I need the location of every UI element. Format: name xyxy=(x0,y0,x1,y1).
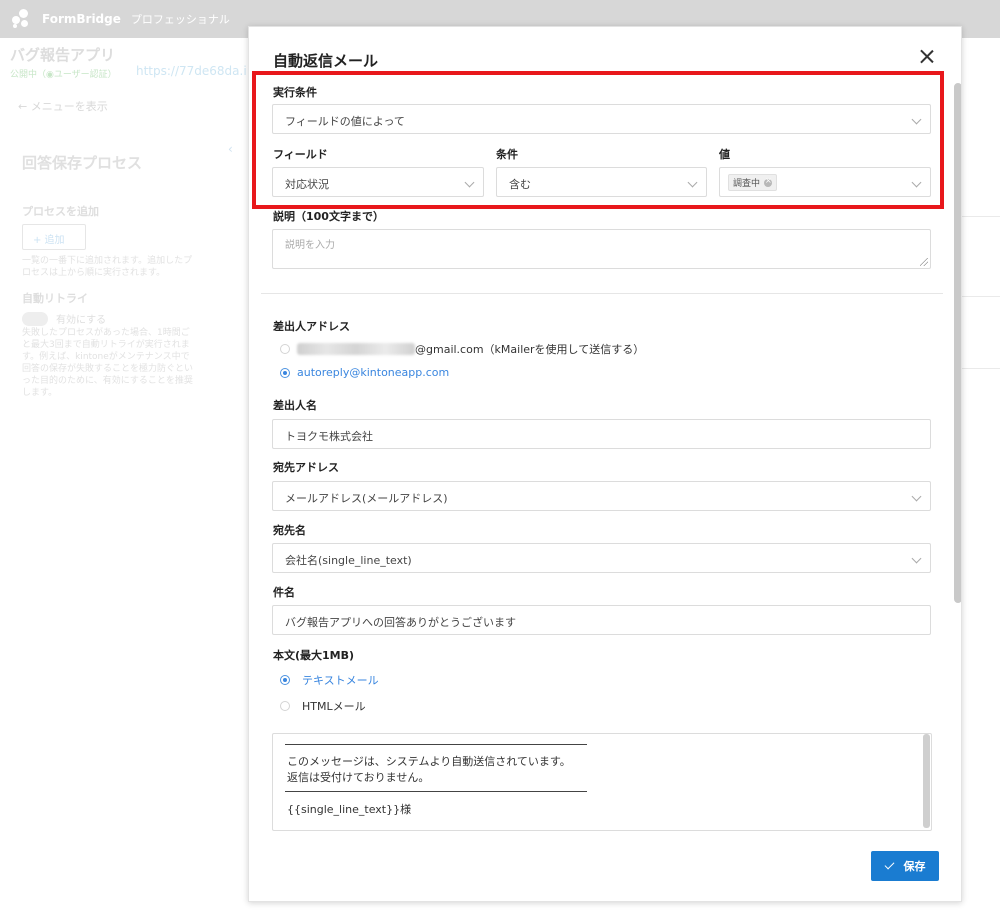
chevron-down-icon xyxy=(911,553,922,564)
body-label: 本文(最大1MB) xyxy=(273,649,355,662)
dialog-scrollbar[interactable] xyxy=(954,83,961,603)
body-line-1: このメッセージは、システムより自動送信されています。 xyxy=(287,755,571,768)
text-mail-radio[interactable] xyxy=(280,675,290,685)
chevron-down-icon xyxy=(911,114,922,125)
text-mail-option[interactable]: テキストメール xyxy=(302,672,379,688)
close-icon[interactable] xyxy=(917,47,937,67)
recipient-name-select[interactable]: 会社名(single_line_text) xyxy=(272,543,931,573)
background-divider xyxy=(962,296,1000,297)
save-button[interactable]: 保存 xyxy=(871,851,939,881)
operator-label: 条件 xyxy=(496,148,518,161)
recipient-name-label: 宛先名 xyxy=(273,524,306,537)
html-mail-option[interactable]: HTMLメール xyxy=(302,698,366,714)
sender-name-label: 差出人名 xyxy=(273,399,317,412)
retry-help-text-3: す。例えば、kintoneがメンテナンス中で xyxy=(22,352,190,362)
value-tag-label: 調査中 xyxy=(733,179,761,189)
sender-kintone-radio[interactable] xyxy=(280,368,290,378)
subject-input[interactable]: バグ報告アプリへの回答ありがとうございます xyxy=(272,605,931,635)
value-multiselect[interactable]: 調査中 xyxy=(719,167,931,197)
condition-select[interactable]: フィールドの値によって xyxy=(272,104,931,134)
auto-retry-toggle-label: 有効にする xyxy=(56,315,107,326)
field-select-value: 対応状況 xyxy=(285,178,329,191)
body-line-2: 返信は受付けておりません。 xyxy=(287,771,430,784)
dialog-title: 自動返信メール xyxy=(273,52,379,70)
chevron-down-icon xyxy=(687,177,698,188)
brand-name: FormBridge xyxy=(42,12,121,26)
body-line-3: {{single_line_text}}様 xyxy=(287,803,412,816)
recipient-name-value: 会社名(single_line_text) xyxy=(285,554,412,567)
chevron-down-icon xyxy=(464,177,475,188)
edition-label: プロフェッショナル xyxy=(130,13,230,26)
retry-help-text-5: った目的のために、有効にすることを推奨 xyxy=(22,376,193,386)
sender-kintone-option[interactable]: autoreply@kintoneapp.com xyxy=(297,366,449,379)
retry-help-text-1: 失敗したプロセスがあった場合、1時間ご xyxy=(22,328,190,338)
auto-retry-label: 自動リトライ xyxy=(22,292,88,305)
collapse-chevron-icon[interactable]: ‹ xyxy=(228,142,233,156)
html-mail-radio[interactable] xyxy=(280,701,290,711)
retry-help-text-2: と最大3回まで自動リトライが実行されま xyxy=(22,340,190,350)
description-textarea[interactable]: 説明を入力 xyxy=(272,229,931,269)
retry-help-text-6: します。 xyxy=(22,388,58,398)
save-button-label: 保存 xyxy=(903,860,926,873)
app-title: バグ報告アプリ xyxy=(10,46,116,64)
auto-reply-mail-dialog: 自動返信メール 実行条件 フィールドの値によって フィールド 条件 値 対応状況… xyxy=(248,26,962,902)
chevron-down-icon xyxy=(911,177,922,188)
value-tag: 調査中 xyxy=(728,174,778,191)
section-title: 回答保存プロセス xyxy=(22,154,143,172)
retry-help-text-4: 回答の保存が失敗することを極力防ぐとい xyxy=(22,364,194,374)
operator-select[interactable]: 含む xyxy=(496,167,707,197)
field-label: フィールド xyxy=(273,148,328,161)
mail-body-editor[interactable]: このメッセージは、システムより自動送信されています。 返信は受付けておりません。… xyxy=(272,733,932,831)
background-divider xyxy=(962,368,1000,369)
formbridge-logo-icon xyxy=(10,8,32,30)
body-separator-line xyxy=(285,744,587,745)
check-icon xyxy=(884,859,894,870)
remove-tag-icon[interactable] xyxy=(764,176,773,187)
sender-gmail-option[interactable]: @gmail.com（kMailerを使用して送信する） xyxy=(297,341,644,357)
condition-select-value: フィールドの値によって xyxy=(285,115,405,128)
resize-handle-icon[interactable] xyxy=(920,258,928,266)
description-label: 説明（100文字まで） xyxy=(273,210,384,223)
add-process-button[interactable]: + 追加 xyxy=(22,224,86,250)
sender-name-input[interactable]: トヨクモ株式会社 xyxy=(272,419,931,449)
recipient-address-select[interactable]: メールアドレス(メールアドレス) xyxy=(272,481,931,511)
recipient-address-label: 宛先アドレス xyxy=(273,461,339,474)
auto-retry-toggle[interactable] xyxy=(22,312,48,326)
subject-label: 件名 xyxy=(273,586,295,599)
add-help-text-2: ロセスは上から順に実行されます。 xyxy=(22,268,166,278)
publish-status: 公開中（◉ユーザー認証） xyxy=(10,70,117,80)
add-help-text-1: 一覧の一番下に追加されます。追加したプ xyxy=(22,256,193,266)
public-url-link[interactable]: https://77de68da.i xyxy=(136,64,247,78)
description-placeholder: 説明を入力 xyxy=(285,240,335,251)
background-divider xyxy=(962,216,1000,217)
operator-select-value: 含む xyxy=(509,178,531,191)
section-divider xyxy=(261,293,943,294)
sender-address-label: 差出人アドレス xyxy=(273,320,350,333)
add-process-label: プロセスを追加 xyxy=(22,205,99,218)
sender-gmail-suffix: @gmail.com（kMailerを使用して送信する） xyxy=(415,343,645,356)
redacted-email-blur xyxy=(297,343,415,355)
show-menu-link[interactable]: ← メニューを表示 xyxy=(18,98,108,114)
sender-gmail-radio[interactable] xyxy=(280,344,290,354)
value-label: 値 xyxy=(719,148,730,161)
chevron-down-icon xyxy=(911,491,922,502)
body-separator-line xyxy=(285,791,587,792)
recipient-address-value: メールアドレス(メールアドレス) xyxy=(285,492,448,505)
condition-label: 実行条件 xyxy=(273,86,317,99)
body-scrollbar[interactable] xyxy=(923,734,930,828)
field-select[interactable]: 対応状況 xyxy=(272,167,484,197)
